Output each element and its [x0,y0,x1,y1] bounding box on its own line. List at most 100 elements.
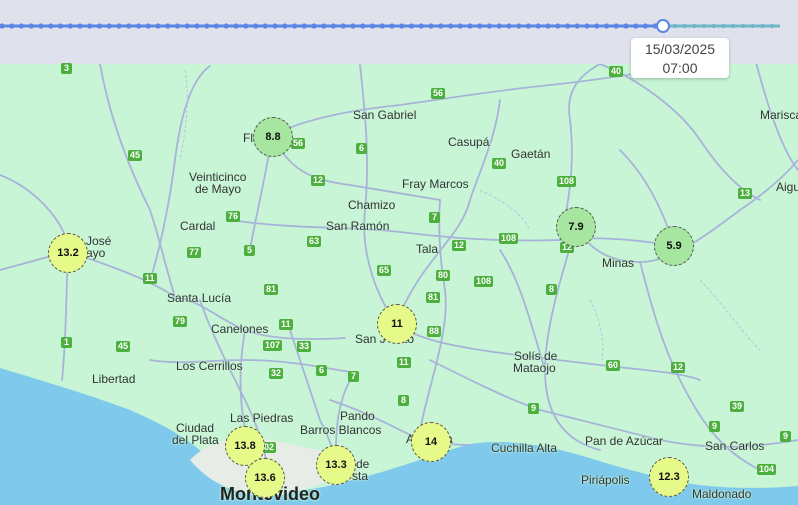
timeline-tick[interactable] [496,23,502,29]
timeline-tick[interactable] [116,23,122,29]
timeline-tick[interactable] [418,23,424,29]
timeline-tick[interactable] [740,23,746,29]
timeline-tick[interactable] [350,23,356,29]
timeline-tick[interactable] [213,23,220,29]
timeline-tick[interactable] [467,23,473,29]
timeline-tick[interactable] [9,23,15,29]
road-shield: 80 [436,270,451,281]
timeline-tick[interactable] [477,23,483,29]
timeline-tick[interactable] [555,23,561,29]
place-label: Marisca [760,108,798,122]
timeline-tick[interactable] [340,23,346,29]
place-label: Casupá [448,135,490,149]
timeline-tick[interactable] [633,23,639,29]
timeline-tick[interactable] [272,23,278,29]
timeline-tick[interactable] [204,23,210,29]
timeline-tick[interactable] [369,23,376,29]
timeline-tick[interactable] [642,23,649,29]
timeline-tick[interactable] [486,23,493,29]
timeline-tick[interactable] [321,23,327,29]
value-marker[interactable]: 13.3 [316,445,356,485]
timeline-tick[interactable] [623,23,629,29]
timeline-tick[interactable] [106,23,112,29]
timeline-tick[interactable] [525,23,532,29]
timeline-tick[interactable] [28,23,34,29]
timeline-tick[interactable] [701,23,707,29]
timeline-tick[interactable] [379,23,385,29]
timeline-tick[interactable] [692,23,697,29]
timeline-tick[interactable] [360,23,366,29]
timeline-tick[interactable] [672,23,677,29]
timeline-tick[interactable] [126,23,132,29]
timeline-tick[interactable] [18,23,25,29]
value-marker[interactable]: 12.3 [649,457,689,497]
timeline-tick[interactable] [594,23,600,29]
place-label: San Carlos [705,439,765,453]
timeline-tick[interactable] [184,23,190,29]
timeline-tick[interactable] [223,23,229,29]
timeline-tick[interactable] [457,23,463,29]
timeline-tick[interactable] [48,23,54,29]
timeline-tick[interactable] [67,23,73,29]
timeline-handle[interactable] [656,19,670,33]
timeline-tick[interactable] [584,23,590,29]
road-shield: 40 [492,158,507,169]
timeline-tick[interactable] [301,23,307,29]
timeline-tick[interactable] [721,23,726,29]
timeline-tick[interactable] [282,23,288,29]
timeline-tick[interactable] [262,23,268,29]
timeline-tick[interactable] [516,23,522,29]
timeline-tick[interactable] [564,23,571,29]
timeline-tick[interactable] [155,23,161,29]
timeline-tick[interactable] [428,23,434,29]
timeline-tick[interactable] [408,23,415,29]
road-shield: 45 [116,341,131,352]
timeline-tick[interactable] [574,23,580,29]
timeline-tick[interactable] [506,23,512,29]
timeline-tick[interactable] [252,23,259,29]
timeline-tick[interactable] [243,23,249,29]
value-marker[interactable]: 13.6 [245,458,285,498]
value-marker[interactable]: 11 [377,304,417,344]
road-shield: 60 [606,360,621,371]
value-marker[interactable]: 5.9 [654,226,694,266]
timeline-tick[interactable] [447,23,454,29]
timeline-tick[interactable] [135,23,142,29]
timeline-tick[interactable] [291,23,298,29]
place-label: Piriápolis [581,473,630,487]
timeline-tick[interactable] [87,23,93,29]
timeline-tick[interactable] [399,23,405,29]
timeline-tick[interactable] [711,23,716,29]
road-shield: 8 [546,284,557,295]
value-marker[interactable]: 13.2 [48,233,88,273]
value-marker[interactable]: 7.9 [556,207,596,247]
timeline-tick[interactable] [96,23,103,29]
timeline-tick[interactable] [194,23,200,29]
timeline-tick[interactable] [613,23,619,29]
timeline-tick[interactable] [38,23,44,29]
timeline-tick[interactable] [760,23,765,29]
timeline-tick[interactable] [438,23,444,29]
timeline-tick[interactable] [545,23,551,29]
timeline-tick[interactable] [311,23,317,29]
timeline-tick[interactable] [145,23,151,29]
timeline-tick[interactable] [330,23,337,29]
road-shield: 40 [609,66,624,77]
timeline-tick[interactable] [535,23,541,29]
timeline-tick[interactable] [731,23,736,29]
timeline-tick[interactable] [233,23,239,29]
timeline-tick[interactable] [682,23,687,29]
place-label: Cardal [180,219,216,233]
timeline-tick[interactable] [174,23,181,29]
value-marker[interactable]: 8.8 [253,117,293,157]
timeline-tick[interactable] [165,23,171,29]
timeline-tick[interactable] [770,23,775,29]
timeline-tick[interactable] [603,23,610,29]
timeline-tick[interactable] [389,23,395,29]
timeline-tick[interactable] [77,23,83,29]
value-marker[interactable]: 14 [411,422,451,462]
timeline-tick[interactable] [57,23,64,29]
timeline-tick[interactable] [750,23,755,29]
road-shield: 88 [427,326,442,337]
place-label: del Plata [172,433,219,447]
